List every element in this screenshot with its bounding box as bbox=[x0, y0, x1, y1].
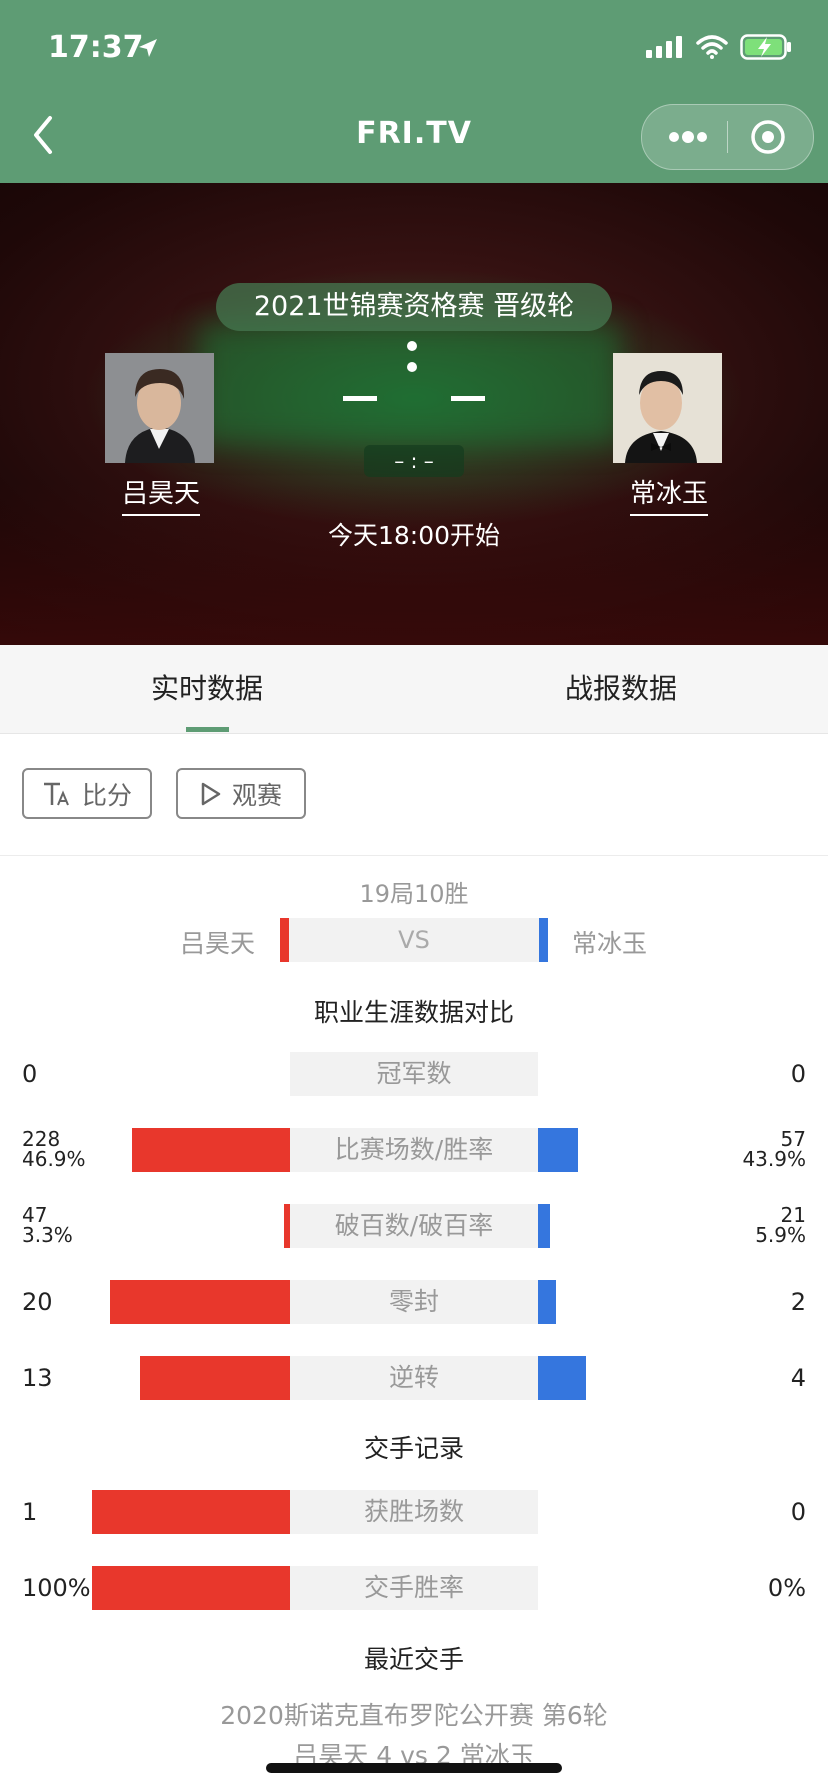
player-left-name[interactable]: 吕昊天 bbox=[122, 473, 201, 516]
score-left-placeholder bbox=[343, 396, 377, 401]
stat-left-value: 20 bbox=[22, 1288, 53, 1316]
status-icons bbox=[646, 34, 792, 60]
home-indicator bbox=[266, 1763, 562, 1773]
start-time: 今天18:00开始 bbox=[327, 521, 501, 550]
recent-event: 2020斯诺克直布罗陀公开赛 第6轮 bbox=[220, 1701, 608, 1730]
stat-right-value: 21 bbox=[780, 1203, 806, 1227]
h2h-title: 交手记录 bbox=[363, 1434, 464, 1463]
tab-live-data[interactable]: 实时数据 bbox=[0, 645, 414, 733]
stat-label: 交手胜率 bbox=[290, 1566, 538, 1610]
stat-left-rate: 46.9% bbox=[22, 1147, 86, 1171]
match-hero: 2021世锦赛资格赛 晋级轮 吕昊天 常冰玉 – : – 今天18:00开始 bbox=[0, 183, 828, 645]
stat-label: 逆转 bbox=[290, 1356, 538, 1400]
section-divider bbox=[0, 855, 828, 856]
match-format: 19局10胜 bbox=[359, 880, 469, 908]
stat-label: 零封 bbox=[290, 1280, 538, 1324]
stat-right-value: 4 bbox=[790, 1364, 806, 1392]
stat-right-value: 0 bbox=[790, 1498, 806, 1526]
score-colon-dot bbox=[407, 341, 417, 351]
stat-row-comebacks: 13 逆转 4 bbox=[0, 1356, 828, 1400]
player-right-avatar[interactable] bbox=[613, 353, 722, 463]
stat-label: 冠军数 bbox=[290, 1052, 538, 1096]
stat-left-value: 13 bbox=[22, 1364, 53, 1392]
stat-row-matches: 228 46.9% 比赛场数/胜率 57 43.9% bbox=[0, 1128, 828, 1172]
player-left-photo bbox=[105, 353, 214, 463]
event-title: 2021世锦赛资格赛 晋级轮 bbox=[216, 283, 612, 331]
player-right-photo bbox=[613, 353, 709, 463]
active-tab-indicator bbox=[186, 727, 229, 732]
battery-charging-icon bbox=[740, 34, 791, 60]
score-button-label: 比分 bbox=[81, 780, 132, 810]
left-player-color bbox=[280, 918, 289, 962]
stat-left-rate: 3.3% bbox=[22, 1223, 73, 1247]
tab-report-data[interactable]: 战报数据 bbox=[414, 645, 828, 733]
stat-right-bar bbox=[538, 1280, 556, 1324]
stat-left-value: 100% bbox=[22, 1574, 91, 1602]
stat-left-bar bbox=[110, 1280, 290, 1324]
stat-left-value: 228 bbox=[22, 1127, 61, 1151]
score-button[interactable]: 比分 bbox=[22, 768, 152, 819]
wifi-icon bbox=[696, 35, 728, 59]
stat-right-value: 2 bbox=[790, 1288, 806, 1316]
stat-label: 破百数/破百率 bbox=[290, 1204, 538, 1248]
player-right-name[interactable]: 常冰玉 bbox=[630, 473, 709, 516]
capsule-divider bbox=[727, 121, 728, 153]
stat-right-value: 0 bbox=[790, 1060, 806, 1088]
stat-left-value: 1 bbox=[22, 1498, 38, 1526]
vs-left-player: 吕昊天 bbox=[180, 929, 256, 958]
stat-right-rate: 43.9% bbox=[742, 1147, 806, 1171]
recent-title: 最近交手 bbox=[363, 1645, 464, 1674]
status-time: 17:37 bbox=[48, 30, 144, 65]
stat-right-bar bbox=[538, 1356, 586, 1400]
stat-row-h2h-wins: 1 获胜场数 0 bbox=[0, 1490, 828, 1534]
stat-left-value: 47 bbox=[22, 1203, 48, 1227]
vs-label: VS bbox=[289, 918, 539, 962]
stat-right-value: 57 bbox=[780, 1127, 806, 1151]
stat-left-bar bbox=[92, 1566, 290, 1610]
stat-row-centuries: 47 3.3% 破百数/破百率 21 5.9% bbox=[0, 1204, 828, 1248]
location-arrow-icon bbox=[139, 39, 157, 57]
stat-row-titles: 0 冠军数 0 bbox=[0, 1052, 828, 1096]
score-colon-dot bbox=[407, 362, 417, 372]
close-mini-program-icon[interactable] bbox=[750, 119, 786, 155]
score-right-placeholder bbox=[451, 396, 485, 401]
signal-icon bbox=[646, 36, 682, 58]
stat-left-bar bbox=[140, 1356, 290, 1400]
stat-left-bar bbox=[132, 1128, 290, 1172]
mini-program-capsule bbox=[641, 104, 814, 170]
stat-right-bar bbox=[538, 1128, 578, 1172]
stat-right-rate: 5.9% bbox=[755, 1223, 806, 1247]
stat-right-value: 0% bbox=[767, 1574, 806, 1602]
stat-label: 获胜场数 bbox=[290, 1490, 538, 1534]
stat-label: 比赛场数/胜率 bbox=[290, 1128, 538, 1172]
stat-right-bar bbox=[538, 1204, 550, 1248]
more-icon[interactable] bbox=[666, 126, 710, 148]
tab-bar: 实时数据 战报数据 bbox=[0, 645, 828, 734]
stat-row-h2h-rate: 100% 交手胜率 0% bbox=[0, 1566, 828, 1610]
frame-score: – : – bbox=[364, 445, 464, 477]
stat-left-value: 0 bbox=[22, 1060, 38, 1088]
top-bar: 17:37 FRI.TV bbox=[0, 0, 828, 183]
play-icon bbox=[201, 782, 221, 805]
text-size-icon bbox=[43, 782, 69, 805]
stat-row-whitewash: 20 零封 2 bbox=[0, 1280, 828, 1324]
watch-button[interactable]: 观赛 bbox=[176, 768, 306, 819]
player-left-avatar[interactable] bbox=[105, 353, 214, 463]
vs-right-player: 常冰玉 bbox=[572, 929, 648, 958]
career-title: 职业生涯数据对比 bbox=[313, 998, 514, 1027]
stat-left-bar bbox=[92, 1490, 290, 1534]
right-player-color bbox=[539, 918, 548, 962]
watch-button-label: 观赛 bbox=[231, 780, 282, 810]
